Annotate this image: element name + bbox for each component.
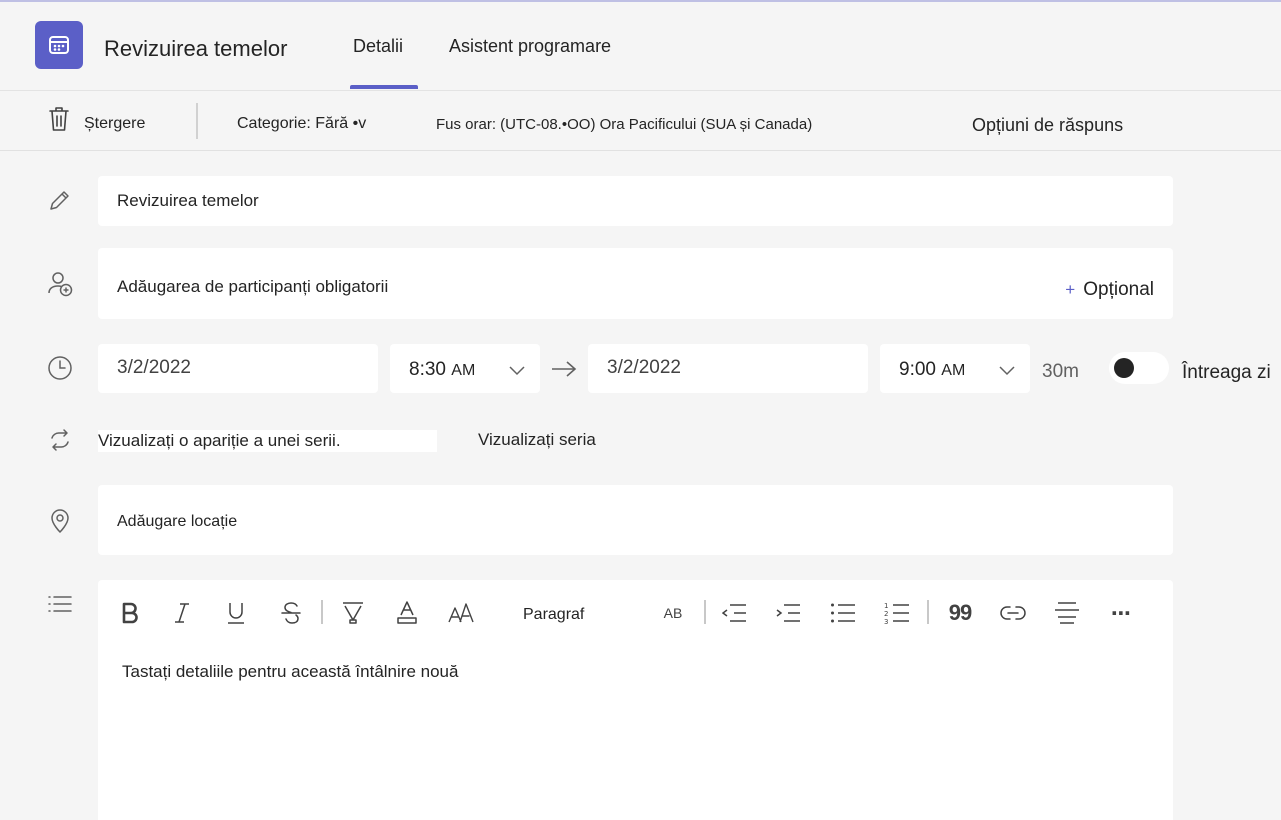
link-icon[interactable] (1000, 600, 1026, 626)
category-dropdown[interactable]: Categorie: Fără •v (237, 115, 366, 133)
increase-indent-icon[interactable] (776, 600, 802, 626)
end-date-picker[interactable]: 3/2/2022 (588, 344, 868, 393)
more-options-icon[interactable]: ⋯ (1108, 600, 1134, 626)
trash-icon[interactable] (46, 105, 72, 138)
font-size-icon[interactable] (448, 600, 474, 626)
duration-label: 30m (1042, 361, 1079, 382)
plus-icon: + (1065, 280, 1076, 299)
location-pin-icon (46, 506, 74, 534)
active-tab-indicator (350, 85, 418, 89)
all-day-label: Întreaga zi (1182, 362, 1271, 383)
details-list-icon (46, 590, 74, 618)
svg-text:3: 3 (884, 618, 888, 625)
paragraph-style-dropdown[interactable]: Paragraf (523, 606, 584, 624)
location-placeholder: Adăugare locație (117, 513, 238, 530)
chevron-down-icon (509, 361, 525, 381)
title-input-value: Revizuirea temelor (117, 191, 259, 210)
end-time-ampm: AM (941, 362, 966, 379)
end-time-dropdown[interactable]: 9:00 AM (880, 344, 1030, 393)
start-time-hour: 8:30 (409, 359, 446, 380)
optional-attendees-button[interactable]: + Opțional (1065, 279, 1154, 301)
more-glyph: ⋯ (1111, 602, 1131, 625)
svg-text:1: 1 (884, 602, 888, 610)
font-color-icon[interactable] (395, 600, 419, 626)
all-day-toggle[interactable] (1109, 352, 1169, 384)
italic-icon[interactable] (172, 600, 192, 626)
optional-label: Opțional (1083, 279, 1154, 300)
clock-icon (46, 354, 74, 382)
toggle-knob (1114, 358, 1134, 378)
pencil-icon (46, 186, 74, 214)
attendees-input[interactable]: Adăugarea de participanți obligatorii + O… (98, 248, 1173, 319)
title-input[interactable]: Revizuirea temelor (98, 176, 1173, 226)
highlight-icon[interactable] (340, 600, 366, 626)
quote-glyph: 99 (948, 600, 973, 625)
response-options-button[interactable]: Opțiuni de răspuns (972, 115, 1123, 136)
view-series-link[interactable]: Vizualizați seria (478, 430, 596, 450)
toolbar-divider (927, 600, 929, 624)
align-center-icon[interactable] (1054, 600, 1080, 626)
svg-text:2: 2 (884, 610, 888, 618)
end-time-hour: 9:00 (899, 359, 936, 380)
delete-button[interactable]: Ștergere (84, 115, 145, 133)
repeat-icon (46, 426, 74, 454)
bold-icon[interactable] (120, 600, 140, 626)
start-date-value: 3/2/2022 (117, 357, 191, 378)
toolbar: Ștergere Categorie: Fără •v Fus orar: (U… (0, 90, 1281, 151)
page-title: Revizuirea temelor (104, 36, 288, 61)
tab-details[interactable]: Detalii (353, 36, 403, 57)
timezone-dropdown[interactable]: Fus orar: (UTC-08.•OO) Ora Pacificului (… (436, 116, 812, 133)
calendar-icon (35, 21, 83, 69)
decrease-indent-icon[interactable] (722, 600, 748, 626)
strikethrough-icon[interactable] (279, 600, 303, 626)
start-date-picker[interactable]: 3/2/2022 (98, 344, 378, 393)
start-time-value: 8:30 AM (409, 359, 475, 381)
arrow-right-icon (551, 360, 577, 383)
quote-icon[interactable]: 99 (948, 600, 973, 626)
bulleted-list-icon[interactable] (830, 600, 856, 626)
end-date-value: 3/2/2022 (607, 357, 681, 378)
tab-scheduling-assistant[interactable]: Asistent programare (449, 36, 611, 57)
start-time-dropdown[interactable]: 8:30 AM (390, 344, 540, 393)
chevron-down-icon (999, 361, 1015, 381)
location-input[interactable]: Adăugare locație (98, 485, 1173, 555)
add-person-icon (46, 270, 74, 298)
end-time-value: 9:00 AM (899, 359, 965, 381)
toolbar-divider (321, 600, 323, 624)
spellcheck-label: AB (663, 605, 683, 621)
toolbar-divider (196, 103, 198, 139)
header: Revizuirea temelor Detalii Asistent prog… (0, 0, 1281, 90)
numbered-list-icon[interactable]: 1 2 3 (884, 600, 910, 626)
start-time-ampm: AM (451, 362, 476, 379)
toolbar-divider (704, 600, 706, 624)
spellcheck-icon[interactable]: AB (658, 600, 688, 626)
attendees-placeholder: Adăugarea de participanți obligatorii (117, 277, 389, 296)
details-placeholder: Tastați detaliile pentru această întâlni… (122, 662, 459, 681)
recurrence-text: Vizualizați o apariție a unei serii. (98, 430, 437, 452)
underline-icon[interactable] (225, 600, 247, 626)
meeting-details-editor[interactable]: Paragraf AB 1 2 3 99 ⋯ Tastați detaliile… (98, 580, 1173, 820)
